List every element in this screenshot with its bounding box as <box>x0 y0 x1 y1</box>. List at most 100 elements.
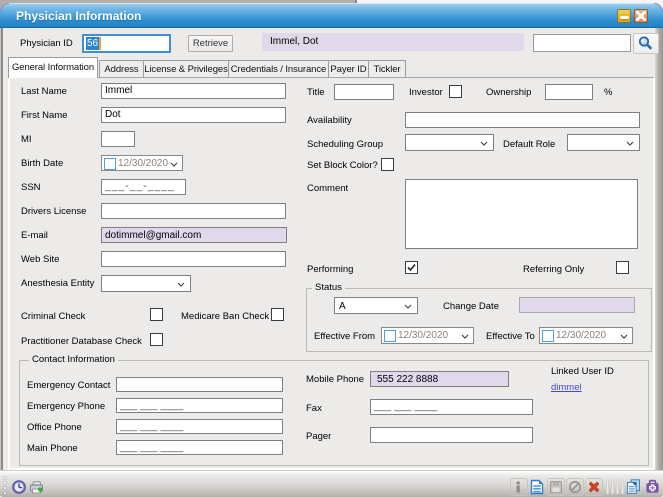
birth-date-value: 12/30/2020 <box>118 158 168 170</box>
toolbar-separator <box>616 479 619 494</box>
tab-general-information[interactable]: General Information <box>8 57 98 78</box>
chevron-down-icon <box>626 141 634 146</box>
physician-id-label: Physician ID <box>20 38 73 49</box>
effective-from-checkbox[interactable] <box>384 330 396 342</box>
clock-icon[interactable] <box>12 480 26 494</box>
referring-only-checkbox[interactable] <box>616 261 629 274</box>
pager-label: Pager <box>306 431 331 442</box>
delete-button[interactable] <box>585 478 603 496</box>
title-label: Title <box>307 87 325 98</box>
last-name-label: Last Name <box>21 86 67 97</box>
set-block-color-label: Set Block Color? <box>307 160 378 171</box>
chevron-down-icon <box>461 334 469 339</box>
print-icon[interactable] <box>29 480 44 494</box>
ownership-input[interactable] <box>545 84 593 100</box>
chevron-down-icon <box>177 282 185 287</box>
search-icon <box>637 35 654 52</box>
status-select[interactable]: A <box>334 297 418 314</box>
criminal-check-label: Criminal Check <box>21 311 85 322</box>
copy-record-icon[interactable] <box>626 479 641 494</box>
performing-label: Performing <box>307 264 353 275</box>
retrieve-button[interactable]: Retrieve <box>188 35 233 52</box>
main-phone-input[interactable]: ___ ___ ____ <box>116 440 283 455</box>
change-date-label: Change Date <box>443 301 499 312</box>
info-button[interactable] <box>510 478 528 496</box>
ssn-mask: ___-__-____ <box>105 181 175 192</box>
default-role-select[interactable] <box>567 134 640 151</box>
set-block-color-checkbox[interactable] <box>381 158 394 171</box>
tab-payer-id[interactable]: Payer ID <box>328 60 369 78</box>
performing-checkbox[interactable] <box>405 261 418 274</box>
delete-x-icon <box>586 479 602 495</box>
effective-to-checkbox[interactable] <box>542 330 554 342</box>
effective-from-value: 12/30/2020 <box>398 330 448 342</box>
status-value: A <box>339 300 346 313</box>
email-label: E-mail <box>21 230 48 241</box>
tab-credentials-insurance[interactable]: Credentials / Insurance <box>228 60 329 78</box>
anesthesia-entity-select[interactable] <box>101 275 191 292</box>
window-border-left2 <box>1 28 3 496</box>
email-input[interactable]: dotimmel@gmail.com <box>101 227 287 243</box>
ssn-input[interactable]: ___-__-____ <box>101 179 186 195</box>
emergency-phone-mask: ___ ___ ____ <box>120 400 184 411</box>
ssn-label: SSN <box>21 182 41 193</box>
mobile-phone-label: Mobile Phone <box>306 374 364 385</box>
minimize-button[interactable] <box>617 9 631 23</box>
investor-checkbox[interactable] <box>449 85 462 98</box>
close-icon <box>635 10 647 22</box>
mobile-phone-input[interactable]: 555 222 8888 <box>370 371 509 387</box>
tab-license-privileges[interactable]: License & Privileges <box>143 60 229 78</box>
criminal-check-checkbox[interactable] <box>150 308 163 321</box>
birth-date-label: Birth Date <box>21 158 63 169</box>
title-input[interactable] <box>334 84 394 100</box>
contact-group-title: Contact Information <box>29 354 118 365</box>
mi-label: MI <box>21 134 32 145</box>
checkmark-icon <box>406 262 417 273</box>
emergency-phone-input[interactable]: ___ ___ ____ <box>116 398 283 413</box>
quick-search-input[interactable] <box>533 34 631 52</box>
fax-input[interactable]: ___ ___ ____ <box>370 399 533 415</box>
comment-input[interactable] <box>405 179 638 249</box>
notes-button[interactable] <box>528 478 546 496</box>
mi-input[interactable] <box>101 131 135 147</box>
emergency-phone-label: Emergency Phone <box>27 401 105 412</box>
drivers-license-input[interactable] <box>101 203 286 219</box>
physician-id-input[interactable]: 56 <box>82 34 171 53</box>
save-button[interactable] <box>547 478 565 496</box>
effective-to-label: Effective To <box>486 331 535 342</box>
effective-to-picker[interactable]: 12/30/2020 <box>539 327 633 344</box>
first-name-input[interactable]: Dot <box>101 107 286 123</box>
practitioner-db-check-label: Practitioner Database Check <box>21 336 142 347</box>
cancel-button[interactable] <box>566 478 584 496</box>
search-button[interactable] <box>633 33 659 54</box>
pager-input[interactable] <box>370 427 533 443</box>
toolbar-separator <box>621 479 624 494</box>
ownership-label: Ownership <box>486 87 531 98</box>
tab-address[interactable]: Address <box>99 60 144 78</box>
effective-to-value: 12/30/2020 <box>556 330 606 342</box>
linked-user-link[interactable]: dimmel <box>551 382 582 393</box>
birth-date-picker[interactable]: 12/30/2020 <box>101 155 183 171</box>
office-phone-input[interactable]: ___ ___ ____ <box>116 419 283 434</box>
medical-bag-icon[interactable] <box>645 479 660 494</box>
physician-id-value: 56 <box>86 37 99 50</box>
scheduling-group-select[interactable] <box>405 134 494 151</box>
medicare-ban-check-checkbox[interactable] <box>271 308 284 321</box>
practitioner-db-check-checkbox[interactable] <box>150 333 163 346</box>
main-phone-label: Main Phone <box>27 443 78 454</box>
birth-date-checkbox[interactable] <box>104 158 116 170</box>
emergency-contact-input[interactable] <box>116 377 283 392</box>
availability-input[interactable] <box>405 112 640 128</box>
availability-label: Availability <box>307 115 352 126</box>
drag-dot <box>4 482 6 484</box>
toolbar-drag-handle[interactable] <box>4 477 7 494</box>
web-site-input[interactable] <box>101 251 286 267</box>
last-name-input[interactable]: Immel <box>101 83 286 99</box>
drag-dot <box>4 487 6 489</box>
window-border-right <box>655 28 663 470</box>
drag-dot <box>4 492 6 494</box>
effective-from-picker[interactable]: 12/30/2020 <box>381 327 474 344</box>
text-caret <box>99 37 101 50</box>
close-button[interactable] <box>634 9 648 23</box>
tab-tickler[interactable]: Tickler <box>368 60 406 78</box>
